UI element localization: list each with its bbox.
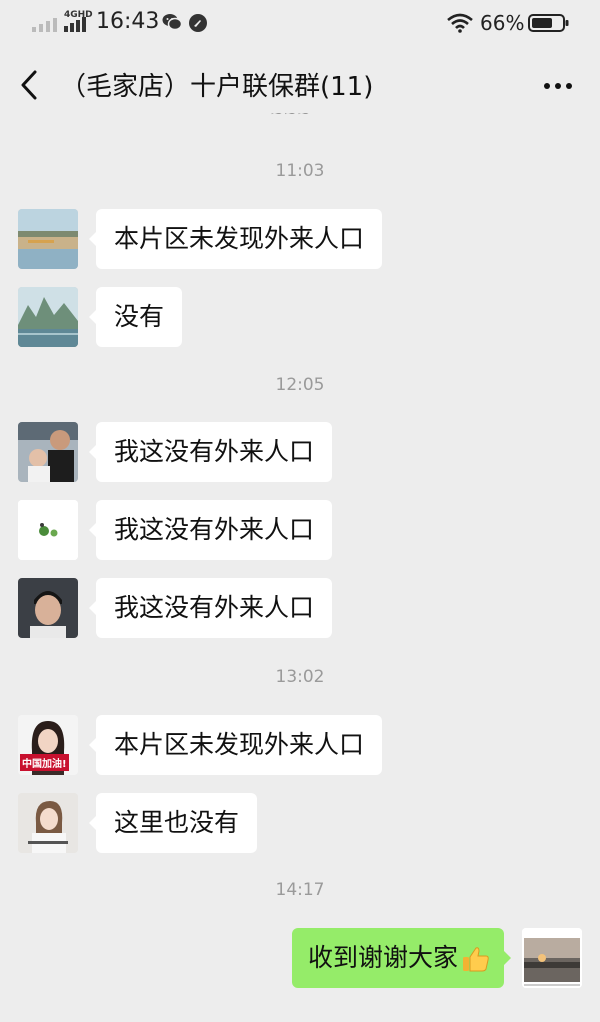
avatar-self[interactable] <box>522 928 582 988</box>
avatar[interactable] <box>18 422 78 482</box>
message-row: 我这没有外来人口 <box>18 422 582 482</box>
timestamp: 14:17 <box>275 880 325 900</box>
avatar[interactable] <box>18 209 78 269</box>
network-type: 4GHD <box>64 10 93 20</box>
message-bubble[interactable]: 我这没有外来人口 <box>88 500 333 560</box>
message-row: 本片区未发现外来人口 <box>18 209 582 269</box>
battery-level: 66% <box>480 11 525 35</box>
message-bubble-self[interactable]: 收到谢谢大家 <box>291 928 512 988</box>
chat-title: （毛家店）十户联保群(11) <box>60 72 374 102</box>
message-text: 收到谢谢大家 <box>307 943 458 972</box>
back-arrow-icon[interactable] <box>18 68 40 102</box>
wechat-icon <box>162 14 182 31</box>
message-row: 我这没有外来人口 <box>18 578 582 638</box>
avatar-caption: 中国加油! <box>20 754 69 771</box>
avatar[interactable] <box>18 287 78 347</box>
timestamp: 11:03 <box>275 161 325 181</box>
battery-icon <box>528 14 569 32</box>
message-bubble[interactable]: 这里也没有 <box>88 793 258 853</box>
message-row: 我这没有外来人口 <box>18 500 582 560</box>
message-row-self: 收到谢谢大家 <box>18 928 582 988</box>
avatar[interactable]: 中国加油! <box>18 715 78 775</box>
avatar[interactable] <box>18 578 78 638</box>
message-row: 这里也没有 <box>18 793 582 853</box>
message-bubble[interactable]: 本片区未发现外来人口 <box>88 715 383 775</box>
timestamp: 13:02 <box>275 667 325 687</box>
message-bubble[interactable]: 本片区未发现外来人口 <box>88 209 383 269</box>
status-bar: 4GHD 16:43 66% <box>0 0 600 46</box>
timestamp: 12:05 <box>275 375 325 395</box>
chat-header: （毛家店）十户联保群(11) <box>0 46 600 122</box>
message-bubble[interactable]: 没有 <box>88 287 183 347</box>
thumbs-up-emoji <box>463 947 489 972</box>
more-dots-icon[interactable] <box>536 68 580 102</box>
app-notification-icon <box>189 14 207 32</box>
cutoff-message: ~~~ <box>270 113 310 123</box>
message-row: 没有 <box>18 287 582 347</box>
avatar[interactable] <box>18 500 78 560</box>
message-bubble[interactable]: 我这没有外来人口 <box>88 422 333 482</box>
avatar[interactable] <box>18 793 78 853</box>
clock: 16:43 <box>96 9 160 34</box>
message-row: 中国加油! 本片区未发现外来人口 <box>18 715 582 775</box>
message-bubble[interactable]: 我这没有外来人口 <box>88 578 333 638</box>
wifi-icon <box>447 13 473 33</box>
